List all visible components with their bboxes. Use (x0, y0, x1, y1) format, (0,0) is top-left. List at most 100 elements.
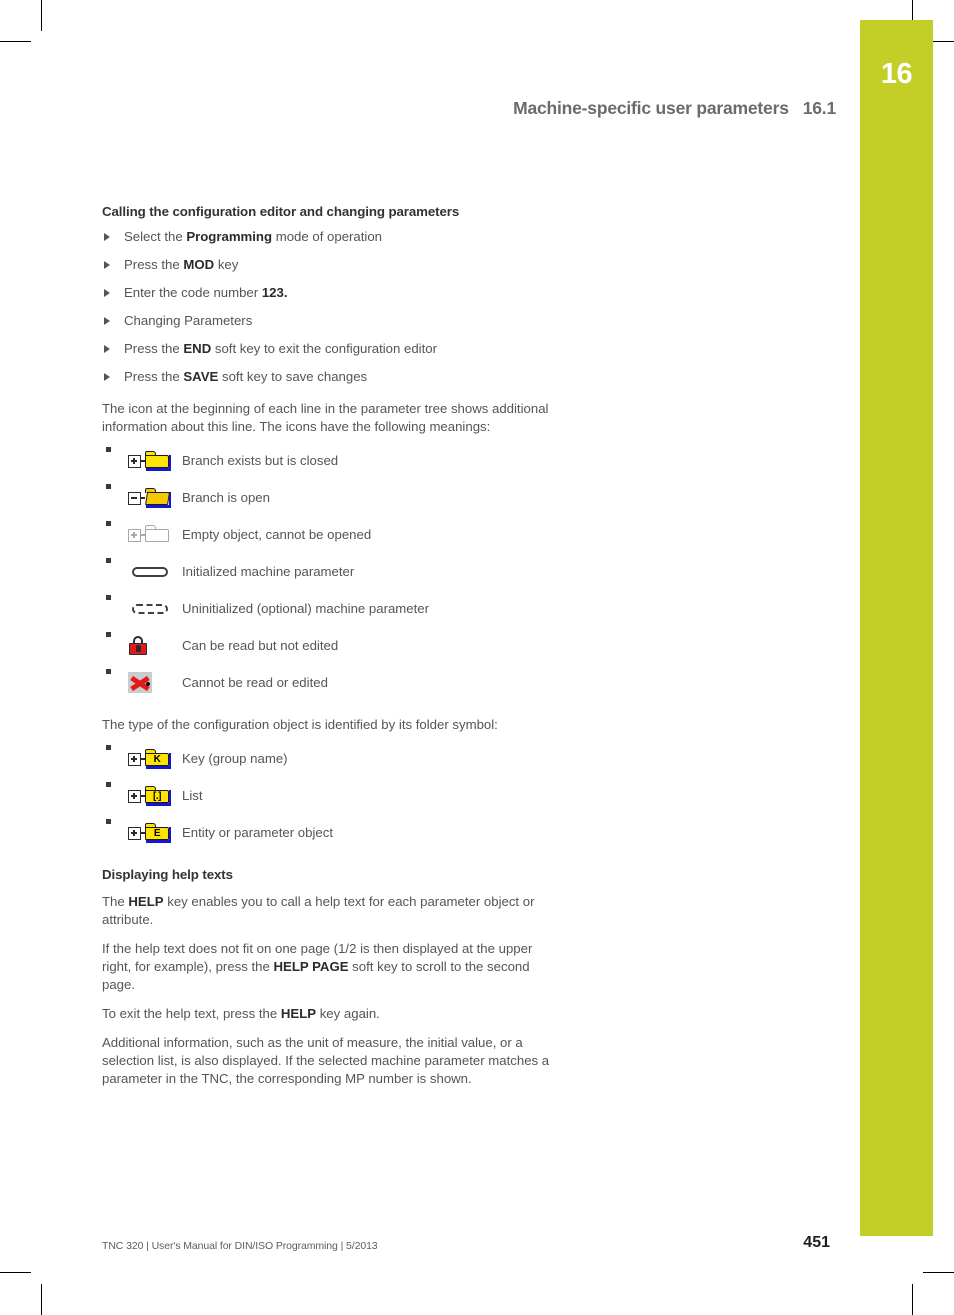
square-bullet-icon (106, 819, 111, 824)
square-bullet-icon (106, 669, 111, 674)
no-access-icon (128, 672, 152, 693)
running-head: Machine-specific user parameters 16.1 (0, 98, 836, 119)
crop-mark-top-left-horizontal (0, 41, 31, 42)
legend-icon-slot: [.] (102, 785, 182, 807)
square-bullet-icon (106, 447, 111, 452)
expand-box-icon (128, 789, 141, 803)
help-paragraph: To exit the help text, press the HELP ke… (102, 1006, 380, 1021)
legend-icon-slot (102, 450, 182, 472)
legend-icon-slot (102, 487, 182, 509)
step-item: Press the MOD key (102, 257, 562, 273)
step-item: Enter the code number 123. (102, 285, 562, 301)
square-bullet-icon (106, 595, 111, 600)
step-label: Press the MOD key (124, 257, 239, 272)
folder-list-icon: [.] (128, 785, 174, 807)
folder-empty-icon (128, 524, 174, 546)
icon-intro-paragraph: The icon at the beginning of each line i… (102, 401, 549, 434)
legend-row: K Key (group name) (102, 740, 562, 777)
legend-label: Key (group name) (182, 750, 288, 766)
expand-box-icon (128, 826, 141, 840)
expand-box-icon (128, 528, 141, 542)
square-bullet-icon (106, 782, 111, 787)
crop-mark-bottom-left-vertical (41, 1284, 42, 1315)
square-bullet-icon (106, 521, 111, 526)
help-keyword: HELP (128, 894, 164, 909)
footer-text: TNC 320 | User's Manual for DIN/ISO Prog… (102, 1240, 378, 1252)
legend-label: Can be read but not edited (182, 637, 339, 653)
icon-legend-list: Branch exists but is closed Branch is ope… (102, 442, 562, 701)
folder-key-icon: K (128, 748, 174, 770)
square-bullet-icon (106, 484, 111, 489)
legend-label: Branch exists but is closed (182, 452, 339, 468)
legend-row: Branch exists but is closed (102, 442, 562, 479)
crop-mark-bottom-left-horizontal (0, 1272, 31, 1273)
triangle-bullet-icon (104, 261, 110, 269)
crop-mark-bottom-right-horizontal (923, 1272, 954, 1273)
expand-box-icon (128, 454, 141, 468)
legend-label: Uninitialized (optional) machine paramet… (182, 600, 430, 616)
triangle-bullet-icon (104, 233, 110, 241)
legend-icon-slot (102, 524, 182, 546)
folder-legend-list: K Key (group name) [.] List E Entity or param… (102, 740, 562, 851)
running-head-section: 16.1 (802, 98, 836, 118)
chapter-tab (860, 20, 933, 1236)
parameter-initialized-icon (128, 561, 174, 583)
page-content: Calling the configuration editor and cha… (102, 204, 562, 1092)
step-label: Changing Parameters (124, 313, 253, 328)
legend-icon-slot (102, 561, 182, 583)
running-head-title: Machine-specific user parameters (513, 98, 789, 118)
step-label: Enter the code number 123. (124, 285, 288, 300)
folder-intro-paragraph: The type of the configuration object is … (102, 717, 498, 732)
step-label: Press the SAVE soft key to save changes (124, 369, 368, 384)
expand-box-icon (128, 752, 141, 766)
legend-icon-slot: E (102, 822, 182, 844)
square-bullet-icon (106, 558, 111, 563)
legend-label: Empty object, cannot be opened (182, 526, 372, 542)
collapse-box-icon (128, 491, 141, 505)
step-label: Select the Programming mode of operation (124, 229, 383, 244)
parameter-uninitialized-icon (128, 598, 174, 620)
legend-label: List (182, 787, 203, 803)
step-keyword: 123. (261, 285, 288, 300)
legend-label: Entity or parameter object (182, 824, 333, 840)
legend-icon-slot: K (102, 748, 182, 770)
heading-displaying-help-texts: Displaying help texts (102, 867, 233, 882)
page-number: 451 (803, 1234, 830, 1251)
step-item: Select the Programming mode of operation (102, 229, 562, 245)
folder-entity-icon: E (128, 822, 174, 844)
legend-row: E Entity or parameter object (102, 814, 562, 851)
step-item: Press the SAVE soft key to save changes (102, 369, 562, 385)
step-keyword: Programming (186, 229, 273, 244)
crop-mark-bottom-right-vertical (912, 1284, 913, 1315)
triangle-bullet-icon (104, 345, 110, 353)
help-paragraph: The HELP key enables you to call a help … (102, 894, 535, 927)
step-keyword: MOD (183, 257, 215, 272)
triangle-bullet-icon (104, 317, 110, 325)
crop-mark-top-left-vertical (41, 0, 42, 31)
legend-icon-slot (102, 672, 182, 693)
help-paragraph: Additional information, such as the unit… (102, 1035, 550, 1086)
step-keyword: END (183, 341, 212, 356)
help-keyword: HELP PAGE (273, 959, 349, 974)
legend-row: Uninitialized (optional) machine paramet… (102, 590, 562, 627)
folder-open-icon (128, 487, 174, 509)
heading-calling-configuration-editor: Calling the configuration editor and cha… (102, 204, 460, 219)
legend-row: Can be read but not edited (102, 627, 562, 664)
step-list: Select the Programming mode of operation… (102, 229, 562, 385)
step-keyword: SAVE (183, 369, 219, 384)
help-paragraph: If the help text does not fit on one pag… (102, 941, 533, 992)
legend-icon-slot (102, 598, 182, 620)
step-item: Changing Parameters (102, 313, 562, 329)
triangle-bullet-icon (104, 289, 110, 297)
help-keyword: HELP (280, 1006, 317, 1021)
legend-label: Cannot be read or edited (182, 674, 328, 690)
legend-icon-slot (102, 635, 182, 657)
legend-row: Empty object, cannot be opened (102, 516, 562, 553)
legend-row: Branch is open (102, 479, 562, 516)
folder-closed-icon (128, 450, 174, 472)
legend-label: Branch is open (182, 489, 270, 505)
legend-label: Initialized machine parameter (182, 563, 355, 579)
lock-icon (128, 635, 150, 657)
square-bullet-icon (106, 745, 111, 750)
triangle-bullet-icon (104, 373, 110, 381)
